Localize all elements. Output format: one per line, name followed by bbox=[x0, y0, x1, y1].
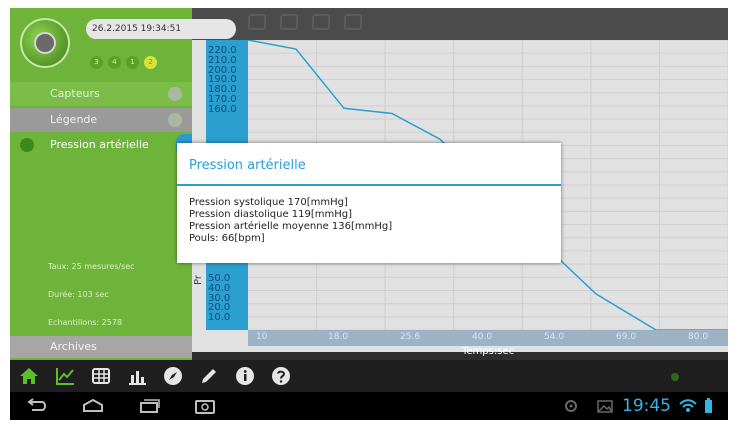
location-icon bbox=[565, 400, 577, 412]
top-tool-icon-2[interactable] bbox=[280, 14, 298, 30]
stat-taux: Taux: 25 mesures/sec bbox=[48, 262, 135, 271]
stat-duree: Durée: 103 sec bbox=[48, 290, 109, 299]
datetime-display: 26.2.2015 19:34:51 bbox=[86, 19, 236, 39]
gallery-icon bbox=[597, 400, 613, 413]
android-nav-bar: 19:45 bbox=[10, 392, 728, 420]
stat-echantillons: Echantillons: 2578 bbox=[48, 318, 123, 327]
capteurs-row[interactable]: Capteurs bbox=[10, 82, 192, 106]
x-axis-label: Temps:sec bbox=[462, 346, 515, 357]
x-tick-label: 80.0 bbox=[688, 332, 709, 342]
x-axis: 10 18.0 25.6 40.0 54.0 69.0 80.0 bbox=[248, 330, 728, 346]
status-led bbox=[671, 373, 679, 381]
x-tick-label: 69.0 bbox=[616, 332, 637, 342]
bottom-toolbar bbox=[10, 360, 728, 392]
x-tick-label: 10 bbox=[256, 332, 268, 342]
diastolic-value: Pression diastolique 119[mmHg] bbox=[189, 209, 353, 220]
info-icon[interactable] bbox=[234, 365, 256, 387]
pen-icon[interactable] bbox=[198, 365, 220, 387]
bar-chart-icon[interactable] bbox=[126, 365, 148, 387]
legende-label: Légende bbox=[50, 113, 98, 126]
top-tool-icon-4[interactable] bbox=[344, 14, 362, 30]
left-panel: 26.2.2015 19:34:51 3 4 1 2 Capteurs Lége… bbox=[10, 8, 236, 368]
battery-icon bbox=[705, 398, 712, 413]
x-tick-label: 18.0 bbox=[328, 332, 349, 342]
top-tool-icon-3[interactable] bbox=[312, 14, 330, 30]
top-tool-icon-1[interactable] bbox=[248, 14, 266, 30]
table-icon[interactable] bbox=[90, 365, 112, 387]
profile-dot[interactable]: 3 bbox=[90, 56, 103, 69]
sensor-item-pression[interactable]: Pression artérielle bbox=[10, 134, 192, 156]
profile-dot[interactable]: 4 bbox=[108, 56, 121, 69]
profile-dot[interactable]: 1 bbox=[126, 56, 139, 69]
legende-toggle-icon[interactable] bbox=[168, 113, 182, 127]
capteurs-label: Capteurs bbox=[50, 87, 100, 100]
capteurs-toggle-icon[interactable] bbox=[168, 87, 182, 101]
sensor-color-icon bbox=[20, 138, 34, 152]
wifi-icon bbox=[679, 399, 697, 412]
compass-icon[interactable] bbox=[162, 365, 184, 387]
clock: 19:45 bbox=[622, 396, 671, 416]
profile-dot-active[interactable]: 2 bbox=[144, 56, 157, 69]
recents-icon[interactable] bbox=[136, 396, 162, 416]
mean-pressure-value: Pression artérielle moyenne 136[mmHg] bbox=[189, 221, 393, 232]
sensor-label: Pression artérielle bbox=[50, 138, 149, 151]
screenshot-icon[interactable] bbox=[192, 396, 218, 416]
x-tick-label: 54.0 bbox=[544, 332, 565, 342]
profile-selector: 3 4 1 2 bbox=[90, 56, 157, 69]
x-tick-label: 25.6 bbox=[400, 332, 421, 342]
systolic-value: Pression systolique 170[mmHg] bbox=[189, 197, 348, 208]
pressure-result-dialog[interactable]: Pression artérielle Pression systolique … bbox=[177, 143, 561, 263]
y-tick-label: 10.0 bbox=[208, 312, 231, 324]
pulse-value: Pouls: 66[bpm] bbox=[189, 233, 265, 244]
x-tick-label: 40.0 bbox=[472, 332, 493, 342]
dialog-title: Pression artérielle bbox=[189, 158, 306, 173]
home-icon[interactable] bbox=[18, 365, 40, 387]
help-icon[interactable] bbox=[270, 365, 292, 387]
back-icon[interactable] bbox=[24, 396, 50, 416]
legende-row[interactable]: Légende bbox=[10, 108, 192, 132]
home-nav-icon[interactable] bbox=[80, 396, 106, 416]
archives-button[interactable]: Archives bbox=[10, 336, 192, 358]
app-logo[interactable] bbox=[20, 18, 70, 68]
y-tick-label: 160.0 bbox=[208, 103, 237, 115]
dialog-divider bbox=[177, 184, 561, 186]
chart-line-icon[interactable] bbox=[54, 365, 76, 387]
